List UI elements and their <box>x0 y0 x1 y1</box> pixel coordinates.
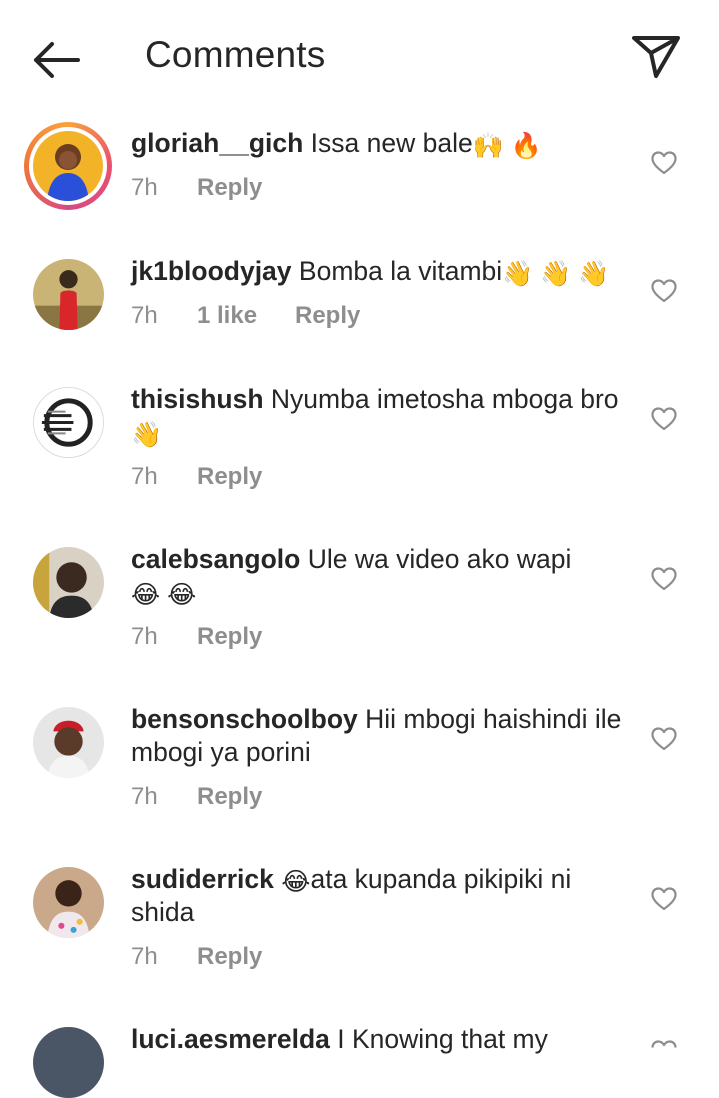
heart-icon[interactable] <box>651 727 677 751</box>
comment-meta: 7h 1 like Reply <box>131 302 360 330</box>
avatar[interactable] <box>33 1027 104 1098</box>
heart-icon[interactable] <box>651 887 677 911</box>
comment-time: 7h <box>131 623 158 650</box>
comment-time: 7h <box>131 943 158 970</box>
avatar[interactable] <box>24 122 112 210</box>
avatar-inner <box>29 127 107 205</box>
avatar[interactable] <box>33 259 104 330</box>
comment-username[interactable]: gloriah__gich <box>131 128 303 158</box>
reply-button[interactable]: Reply <box>197 174 262 202</box>
comment-body: Ule wa video ako wapi <box>307 544 572 574</box>
comment-text: calebsangolo Ule wa video ako wapi 😂 😂 <box>131 543 631 609</box>
heart-icon-partial <box>651 1040 677 1048</box>
heart-icon[interactable] <box>651 567 677 591</box>
reply-button[interactable]: Reply <box>295 302 360 330</box>
avatar[interactable] <box>33 867 104 938</box>
avatar-photo-icon <box>33 259 104 330</box>
comment-meta: 7h Reply <box>131 783 262 811</box>
reply-button[interactable]: Reply <box>197 623 262 651</box>
comment-username[interactable]: sudiderrick <box>131 864 274 894</box>
comment-text: gloriah__gich Issa new bale🙌 🔥 <box>131 127 631 160</box>
reply-button[interactable]: Reply <box>197 463 262 491</box>
comment-username[interactable]: luci.aesmerelda <box>131 1024 330 1054</box>
comment-username[interactable]: thisishush <box>131 384 264 414</box>
reply-button[interactable]: Reply <box>197 943 262 971</box>
comment-text: luci.aesmerelda I Knowing that my <box>131 1023 631 1056</box>
comment-meta: 7h Reply <box>131 463 262 491</box>
comment-body: Nyumba imetosha mboga bro <box>270 384 619 414</box>
comment-username[interactable]: bensonschoolboy <box>131 704 358 734</box>
comment-emojis: 👋 👋 👋 <box>502 260 610 288</box>
avatar[interactable] <box>33 707 104 778</box>
heart-icon[interactable] <box>651 279 677 303</box>
comment-meta: 7h Reply <box>131 943 262 971</box>
comment-emojis: 🙌 🔥 <box>472 132 542 160</box>
comment-text: jk1bloodyjay Bomba la vitambi👋 👋 👋 <box>131 255 631 288</box>
reply-button[interactable]: Reply <box>197 783 262 811</box>
comment-time: 7h <box>131 783 158 810</box>
comment-body: Issa new bale <box>310 128 473 158</box>
comment-text: sudiderrick 😂ata kupanda pikipiki ni shi… <box>131 863 631 929</box>
comment-body: I Knowing that my <box>337 1024 548 1054</box>
avatar-photo-icon <box>33 867 104 938</box>
comment-text: bensonschoolboy Hii mbogi haishindi ile … <box>131 703 631 769</box>
comment-text: thisishush Nyumba imetosha mboga bro 👋 <box>131 383 631 449</box>
comment-emojis: 😂 😂 <box>131 581 197 609</box>
avatar-photo-icon <box>33 131 103 201</box>
comment-list: gloriah__gich Issa new bale🙌 🔥 7h Reply j… <box>0 0 719 1098</box>
comment-username[interactable]: jk1bloodyjay <box>131 256 292 286</box>
logo-avatar-icon <box>34 388 103 457</box>
heart-icon[interactable] <box>651 407 677 431</box>
comment-meta: 7h Reply <box>131 623 262 651</box>
avatar-photo-icon <box>33 1027 104 1098</box>
comment-time: 7h <box>131 302 158 329</box>
avatar-photo-icon <box>33 707 104 778</box>
comment-time: 7h <box>131 174 158 201</box>
comment-meta: 7h Reply <box>131 174 262 202</box>
comment-emojis: 👋 <box>131 421 163 449</box>
comment-emojis: 😂 <box>281 868 311 896</box>
avatar[interactable] <box>33 547 104 618</box>
like-count[interactable]: 1 like <box>197 302 295 330</box>
comment-username[interactable]: calebsangolo <box>131 544 300 574</box>
comment-time: 7h <box>131 463 158 490</box>
comment-body: Bomba la vitambi <box>298 256 503 286</box>
heart-icon[interactable] <box>651 151 677 175</box>
avatar-photo-icon <box>33 547 104 618</box>
avatar[interactable] <box>33 387 104 458</box>
